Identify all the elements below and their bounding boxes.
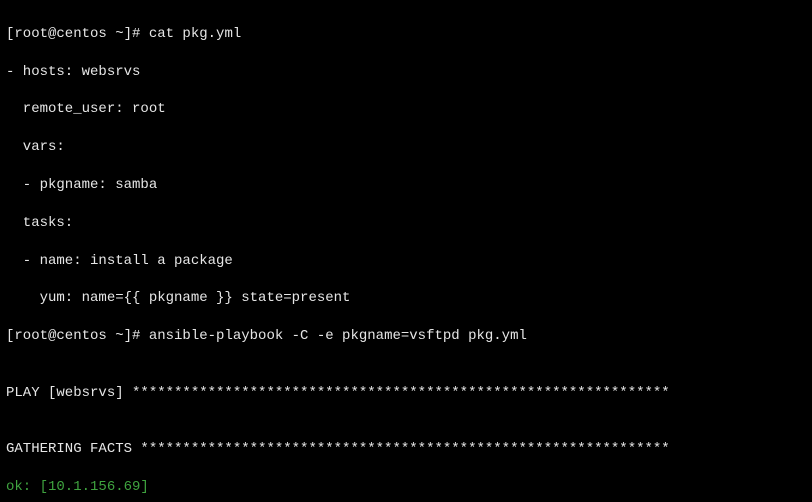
yml-line-pkgname: - pkgname: samba	[6, 176, 806, 195]
line-cmd-cat: [root@centos ~]# cat pkg.yml	[6, 25, 806, 44]
yml-line-remote-user: remote_user: root	[6, 100, 806, 119]
yml-line-hosts: - hosts: websrvs	[6, 63, 806, 82]
line-cmd-ansible: [root@centos ~]# ansible-playbook -C -e …	[6, 327, 806, 346]
cat-command: cat pkg.yml	[149, 26, 241, 42]
play-header: PLAY [websrvs] *************************…	[6, 384, 806, 403]
shell-prompt: [root@centos ~]#	[6, 328, 149, 344]
yml-line-vars: vars:	[6, 138, 806, 157]
yml-line-name: - name: install a package	[6, 252, 806, 271]
terminal-screen[interactable]: [root@centos ~]# cat pkg.yml - hosts: we…	[0, 0, 812, 502]
ansible-playbook-command: ansible-playbook -C -e pkgname=vsftpd pk…	[149, 328, 527, 344]
yml-line-tasks: tasks:	[6, 214, 806, 233]
gathering-facts-header: GATHERING FACTS ************************…	[6, 440, 806, 459]
shell-prompt: [root@centos ~]#	[6, 26, 149, 42]
gather-ok-69: ok: [10.1.156.69]	[6, 478, 806, 497]
yml-line-yum: yum: name={{ pkgname }} state=present	[6, 289, 806, 308]
